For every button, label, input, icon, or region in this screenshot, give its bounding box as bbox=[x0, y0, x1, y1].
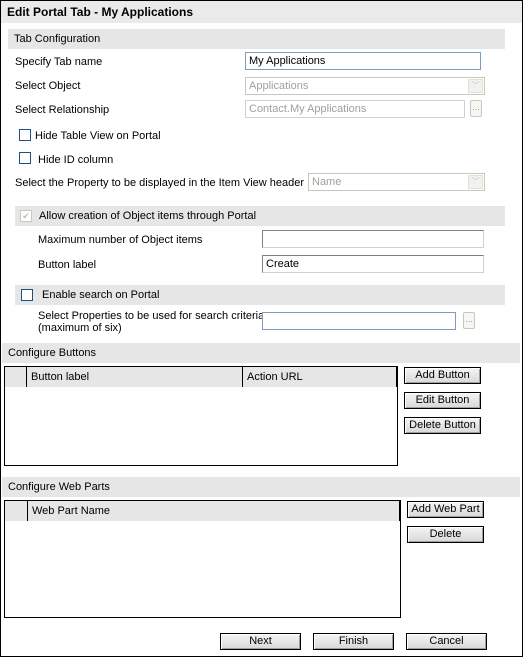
allow-creation-label: Allow creation of Object items through P… bbox=[39, 210, 257, 222]
hide-id-column-label: Hide ID column bbox=[38, 154, 114, 166]
column-header-action-url[interactable]: Action URL bbox=[242, 367, 397, 387]
chevron-down-icon: ﹀ bbox=[468, 79, 483, 93]
hide-table-view-label: Hide Table View on Portal bbox=[35, 130, 161, 142]
section-label: Configure Web Parts bbox=[8, 481, 110, 493]
object-select-value: Applications bbox=[249, 80, 309, 92]
section-label: Tab Configuration bbox=[14, 33, 101, 45]
buttons-grid-header: Button label Action URL bbox=[5, 367, 397, 387]
object-select[interactable]: Applications ﹀ bbox=[245, 77, 485, 95]
relationship-input[interactable]: Contact.My Applications bbox=[245, 100, 465, 118]
dialog-title: Edit Portal Tab - My Applications bbox=[7, 5, 194, 19]
search-properties-label-line2: (maximum of six) bbox=[38, 322, 122, 334]
enable-search-checkbox[interactable] bbox=[21, 289, 33, 301]
web-parts-grid[interactable]: Web Part Name bbox=[4, 500, 401, 618]
section-label: Configure Buttons bbox=[8, 347, 97, 359]
relationship-browse-button[interactable]: ... bbox=[470, 100, 482, 117]
buttons-grid[interactable]: Button label Action URL bbox=[4, 366, 398, 466]
tab-name-label: Specify Tab name bbox=[15, 56, 103, 68]
finish-button[interactable]: Finish bbox=[313, 633, 394, 650]
title-bar: Edit Portal Tab - My Applications bbox=[1, 1, 522, 23]
hide-table-view-checkbox[interactable] bbox=[19, 129, 31, 141]
relationship-label: Select Relationship bbox=[15, 104, 110, 116]
section-allow-creation: ✔ Allow creation of Object items through… bbox=[15, 206, 505, 226]
max-items-input[interactable] bbox=[262, 230, 484, 248]
section-configure-web-parts: Configure Web Parts bbox=[2, 477, 520, 497]
button-label-input[interactable]: Create bbox=[262, 255, 484, 273]
chevron-down-icon: ﹀ bbox=[468, 175, 483, 189]
add-web-part-button[interactable]: Add Web Part bbox=[407, 501, 484, 518]
column-header-button-label[interactable]: Button label bbox=[26, 367, 242, 387]
enable-search-label: Enable search on Portal bbox=[42, 289, 160, 301]
section-configure-buttons: Configure Buttons bbox=[2, 343, 520, 363]
section-enable-search: Enable search on Portal bbox=[15, 285, 505, 305]
search-properties-label-line1: Select Properties to be used for search … bbox=[38, 310, 265, 322]
section-tab-configuration: Tab Configuration bbox=[8, 29, 505, 49]
button-label-label: Button label bbox=[38, 259, 97, 271]
item-view-header-label: Select the Property to be displayed in t… bbox=[15, 177, 305, 189]
item-view-header-value: Name bbox=[312, 176, 342, 188]
item-view-header-select[interactable]: Name ﹀ bbox=[308, 173, 485, 191]
add-button-button[interactable]: Add Button bbox=[404, 367, 481, 384]
column-header-web-part-name[interactable]: Web Part Name bbox=[27, 501, 400, 521]
delete-web-part-button[interactable]: Delete bbox=[407, 526, 484, 543]
tab-name-input[interactable]: My Applications bbox=[245, 52, 481, 70]
hide-id-column-checkbox[interactable] bbox=[19, 152, 31, 164]
delete-button-button[interactable]: Delete Button bbox=[404, 417, 481, 434]
object-label: Select Object bbox=[15, 80, 81, 92]
edit-button-button[interactable]: Edit Button bbox=[404, 392, 481, 409]
next-button[interactable]: Next bbox=[220, 633, 301, 650]
search-properties-browse-button[interactable]: ... bbox=[463, 312, 475, 329]
search-properties-input[interactable] bbox=[262, 312, 456, 330]
allow-creation-checkbox[interactable]: ✔ bbox=[20, 210, 32, 222]
max-items-label: Maximum number of Object items bbox=[38, 234, 203, 246]
cancel-button[interactable]: Cancel bbox=[406, 633, 487, 650]
web-parts-grid-header: Web Part Name bbox=[5, 501, 400, 521]
